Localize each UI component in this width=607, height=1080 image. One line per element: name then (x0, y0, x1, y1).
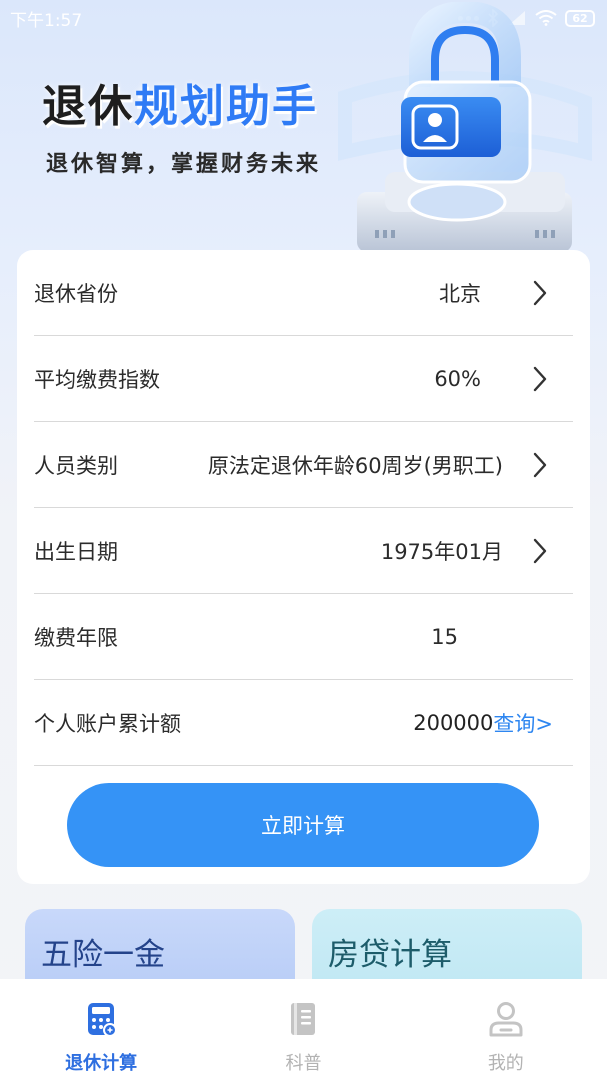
book-icon (291, 1003, 316, 1035)
app-title-part2: 规划助手 (134, 81, 318, 132)
form-row-contribution-index[interactable]: 平均缴费指数 60% (34, 336, 573, 422)
contribution-years-input[interactable]: 15 (431, 625, 458, 649)
app-title-part1: 退休 (42, 81, 134, 132)
contribution-index-value: 60% (434, 366, 481, 391)
nav-label-profile: 我的 (487, 1053, 524, 1074)
personal-account-value-group: 200000 查询> (413, 708, 553, 738)
calculate-button[interactable]: 立即计算 (67, 783, 539, 867)
chevron-right-icon (533, 280, 547, 305)
app-title: 退休规划助手 (42, 70, 318, 134)
user-icon (489, 1002, 523, 1037)
province-label: 退休省份 (34, 281, 118, 306)
contribution-index-label: 平均缴费指数 (34, 367, 160, 392)
personnel-type-value: 原法定退休年龄60周岁(男职工) (207, 453, 503, 478)
form-row-province[interactable]: 退休省份 北京 (34, 250, 573, 336)
chevron-right-icon (533, 538, 547, 563)
chevron-right-icon (533, 452, 547, 477)
bottom-nav: 退休计算 科普 我的 (0, 979, 607, 1080)
personal-account-label: 个人账户累计额 (34, 711, 181, 736)
calculator-icon (88, 1003, 118, 1037)
app-subtitle: 退休智算，掌握财务未来 (46, 151, 322, 177)
query-link[interactable]: 查询> (493, 708, 553, 738)
personal-account-input[interactable]: 200000 (413, 711, 493, 735)
form-row-personnel-type[interactable]: 人员类别 原法定退休年龄60周岁(男职工) (34, 422, 573, 508)
province-value: 北京 (439, 281, 481, 306)
form-row-personal-account: 个人账户累计额 200000 查询> (34, 680, 573, 766)
security-lock-illustration (338, 2, 592, 252)
nav-item-science[interactable]: 科普 (202, 979, 404, 1080)
status-time: 下午1:57 (10, 10, 83, 31)
retirement-form-card: 退休省份 北京 平均缴费指数 60% 人员类别 原法定退休年龄60周岁(男职工)… (17, 250, 590, 884)
form-row-contribution-years[interactable]: 缴费年限 15 (34, 594, 573, 680)
nav-label-science: 科普 (285, 1053, 322, 1074)
contribution-years-label: 缴费年限 (34, 625, 118, 650)
personnel-type-label: 人员类别 (34, 453, 118, 478)
chevron-right-icon (533, 366, 547, 391)
nav-label-retirement-calc: 退休计算 (65, 1053, 138, 1074)
birth-date-label: 出生日期 (34, 539, 118, 564)
birth-date-value: 1975年01月 (380, 539, 503, 564)
nav-item-retirement-calc[interactable]: 退休计算 (0, 979, 202, 1080)
form-row-birth-date[interactable]: 出生日期 1975年01月 (34, 508, 573, 594)
nav-item-profile[interactable]: 我的 (405, 979, 607, 1080)
